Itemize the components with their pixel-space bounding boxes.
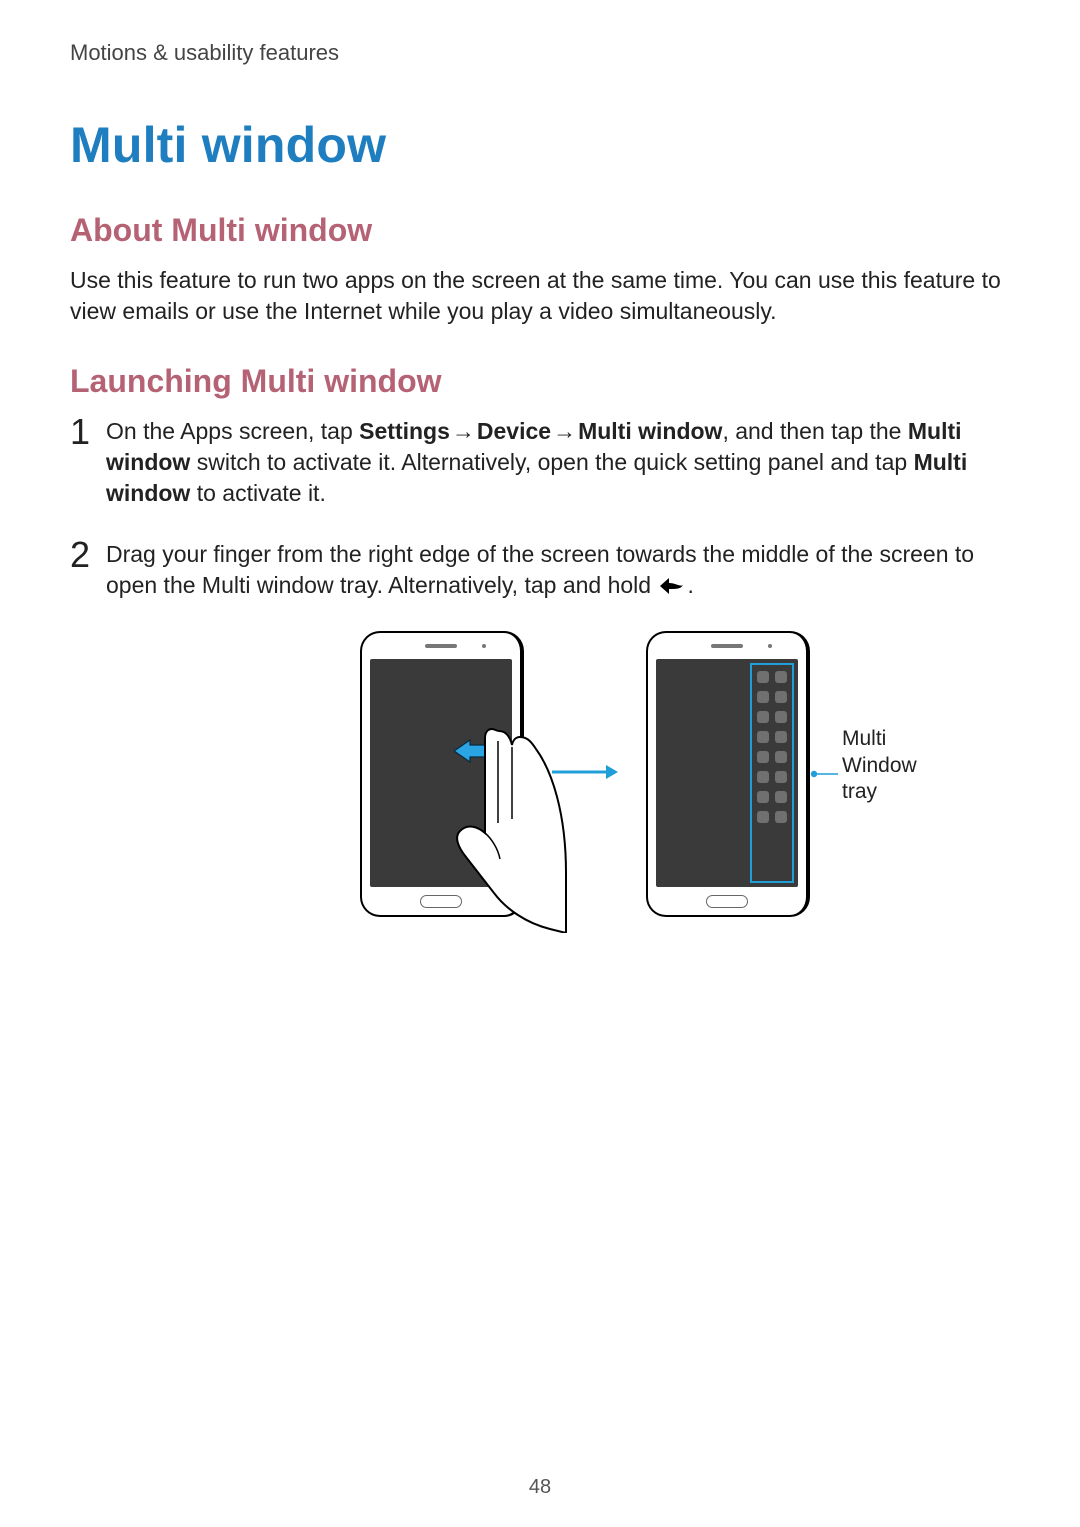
text: , and then tap the <box>722 418 907 444</box>
step-2: 2 Drag your finger from the right edge o… <box>70 539 1010 601</box>
text: to activate it. <box>190 480 326 506</box>
tray-app-icon <box>757 731 769 743</box>
nav-settings: Settings <box>359 418 450 444</box>
tray-app-icon <box>757 811 769 823</box>
text: On the Apps screen, tap <box>106 418 359 444</box>
back-icon <box>657 574 687 596</box>
phone-screen <box>656 659 798 887</box>
arrow-icon: → <box>551 416 578 447</box>
step-number: 1 <box>70 414 106 450</box>
tray-row <box>757 771 787 783</box>
nav-device: Device <box>477 418 551 444</box>
phone-illustration-right <box>646 631 810 917</box>
tray-app-icon <box>757 671 769 683</box>
step-text: Drag your finger from the right edge of … <box>106 539 1010 601</box>
phone-screen <box>370 659 512 887</box>
tray-app-icon <box>775 691 787 703</box>
callout: Multi Window tray <box>810 726 917 805</box>
figure: Multi Window tray <box>160 631 1010 917</box>
home-button <box>706 895 748 908</box>
step-text: On the Apps screen, tap Settings → Devic… <box>106 416 1010 509</box>
about-paragraph: Use this feature to run two apps on the … <box>70 265 1010 327</box>
steps-list: 1 On the Apps screen, tap Settings → Dev… <box>70 416 1010 601</box>
tray-row <box>757 691 787 703</box>
breadcrumb: Motions & usability features <box>70 40 1010 66</box>
tray-app-icon <box>757 691 769 703</box>
tray-app-icon <box>757 771 769 783</box>
tray-app-icon <box>775 771 787 783</box>
earpiece <box>711 644 743 648</box>
step-number: 2 <box>70 537 106 573</box>
phone-illustration-left <box>360 631 524 917</box>
tray-app-icon <box>775 711 787 723</box>
tray-app-icon <box>775 671 787 683</box>
document-page: Motions & usability features Multi windo… <box>0 0 1080 1527</box>
tray-app-icon <box>775 731 787 743</box>
callout-label: Multi Window tray <box>842 726 917 805</box>
tray-app-icon <box>775 751 787 763</box>
tray-row <box>757 731 787 743</box>
camera-dot <box>768 644 772 648</box>
page-title: Multi window <box>70 116 1010 174</box>
camera-dot <box>482 644 486 648</box>
swipe-left-arrow-icon <box>454 738 490 769</box>
tray-row <box>757 791 787 803</box>
tray-row <box>757 711 787 723</box>
arrow-icon: → <box>450 416 477 447</box>
text: . <box>687 572 693 598</box>
tray-app-icon <box>757 751 769 763</box>
phone-illustration-right-wrap: Multi Window tray <box>646 631 810 917</box>
page-number: 48 <box>0 1476 1080 1499</box>
section-heading-about: About Multi window <box>70 212 1010 249</box>
text: Drag your finger from the right edge of … <box>106 541 974 598</box>
tray-row <box>757 811 787 823</box>
tray-row <box>757 671 787 683</box>
tray-row <box>757 751 787 763</box>
home-button <box>420 895 462 908</box>
step-1: 1 On the Apps screen, tap Settings → Dev… <box>70 416 1010 509</box>
nav-multiwindow: Multi window <box>578 418 722 444</box>
tray-app-icon <box>757 791 769 803</box>
text: switch to activate it. Alternatively, op… <box>190 449 913 475</box>
earpiece <box>425 644 457 648</box>
multi-window-tray <box>750 663 794 883</box>
transition-arrow-icon <box>552 763 618 786</box>
section-heading-launching: Launching Multi window <box>70 363 1010 400</box>
tray-app-icon <box>775 811 787 823</box>
tray-app-icon <box>757 711 769 723</box>
tray-app-icon <box>775 791 787 803</box>
